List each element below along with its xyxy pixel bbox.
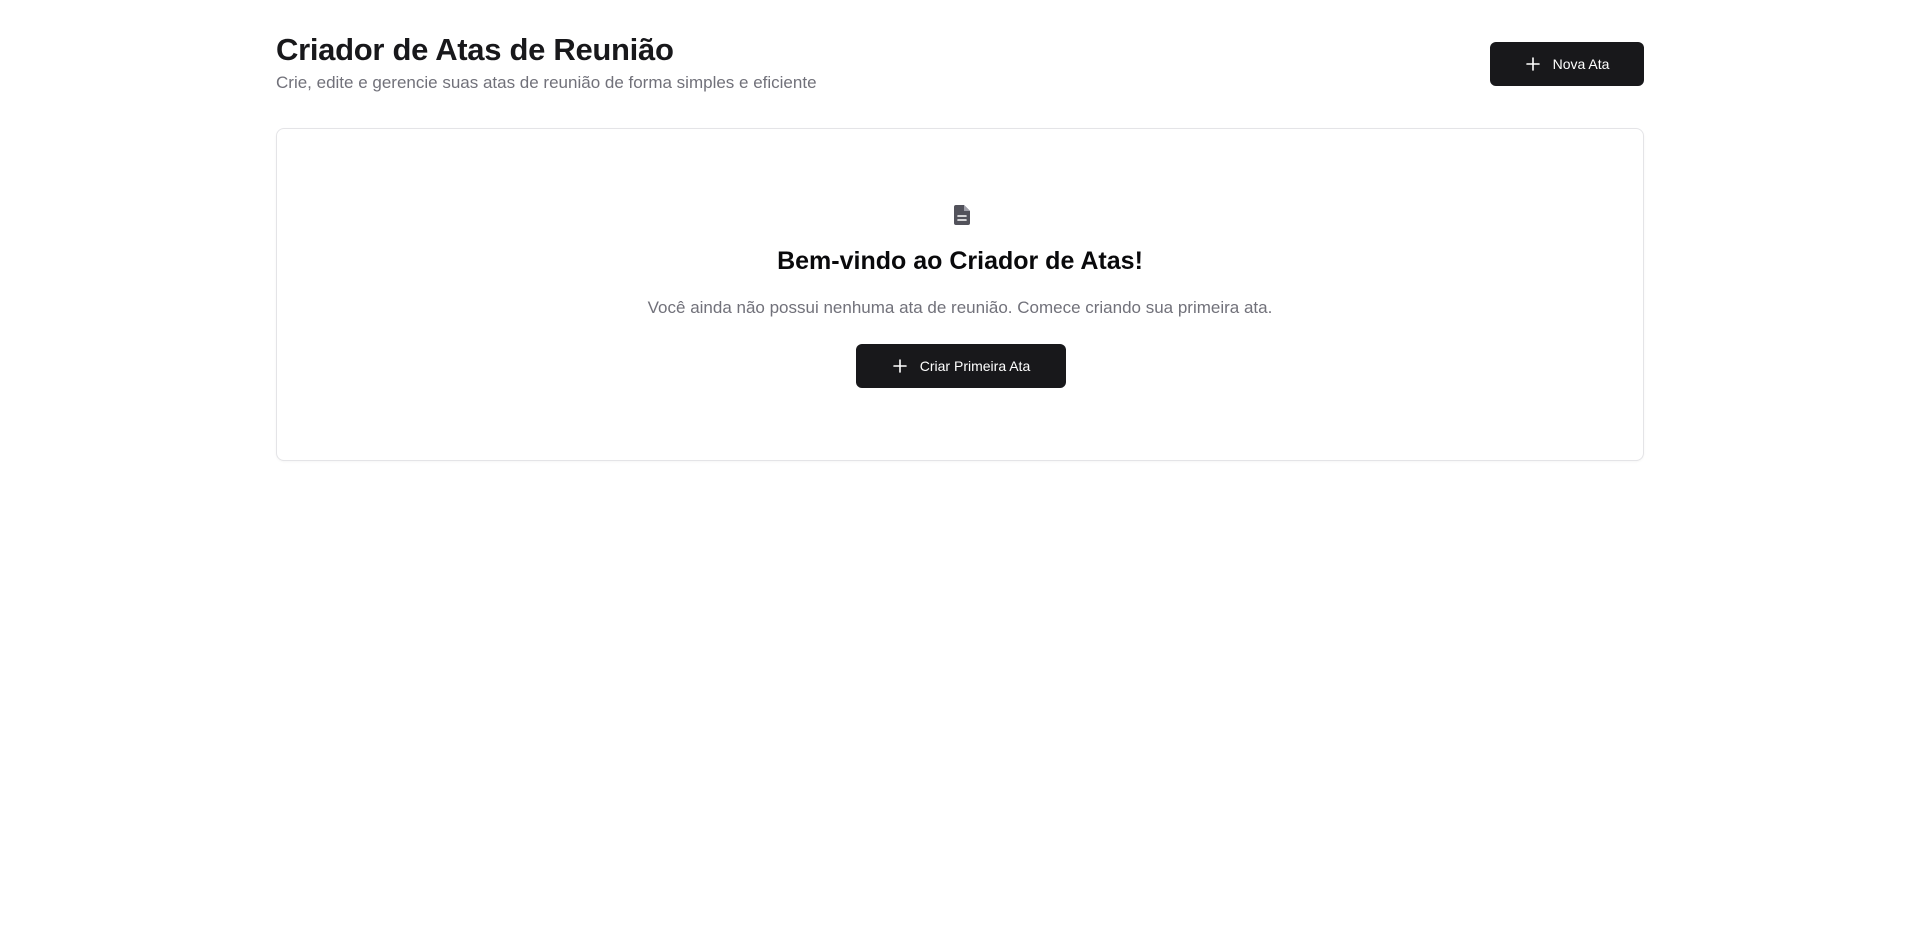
welcome-title: Bem-vindo ao Criador de Atas! bbox=[777, 247, 1143, 275]
document-icon bbox=[954, 205, 970, 225]
welcome-message: Você ainda não possui nenhuma ata de reu… bbox=[647, 298, 1273, 317]
create-first-minutes-button[interactable]: Criar Primeira Ata bbox=[856, 344, 1066, 388]
page-title: Criador de Atas de Reunião bbox=[276, 32, 674, 67]
empty-state-card: Bem-vindo ao Criador de Atas! Você ainda… bbox=[276, 128, 1644, 461]
page-subtitle: Crie, edite e gerencie suas atas de reun… bbox=[276, 73, 817, 92]
plus-icon bbox=[892, 359, 907, 373]
create-first-minutes-button-label: Criar Primeira Ata bbox=[919, 358, 1031, 374]
page-header: Criador de Atas de Reunião Crie, edite e… bbox=[276, 0, 1644, 128]
plus-icon bbox=[1525, 57, 1540, 71]
app-container: Criador de Atas de Reunião Crie, edite e… bbox=[276, 0, 1644, 461]
new-minutes-button[interactable]: Nova Ata bbox=[1490, 42, 1644, 86]
new-minutes-button-label: Nova Ata bbox=[1552, 56, 1610, 72]
